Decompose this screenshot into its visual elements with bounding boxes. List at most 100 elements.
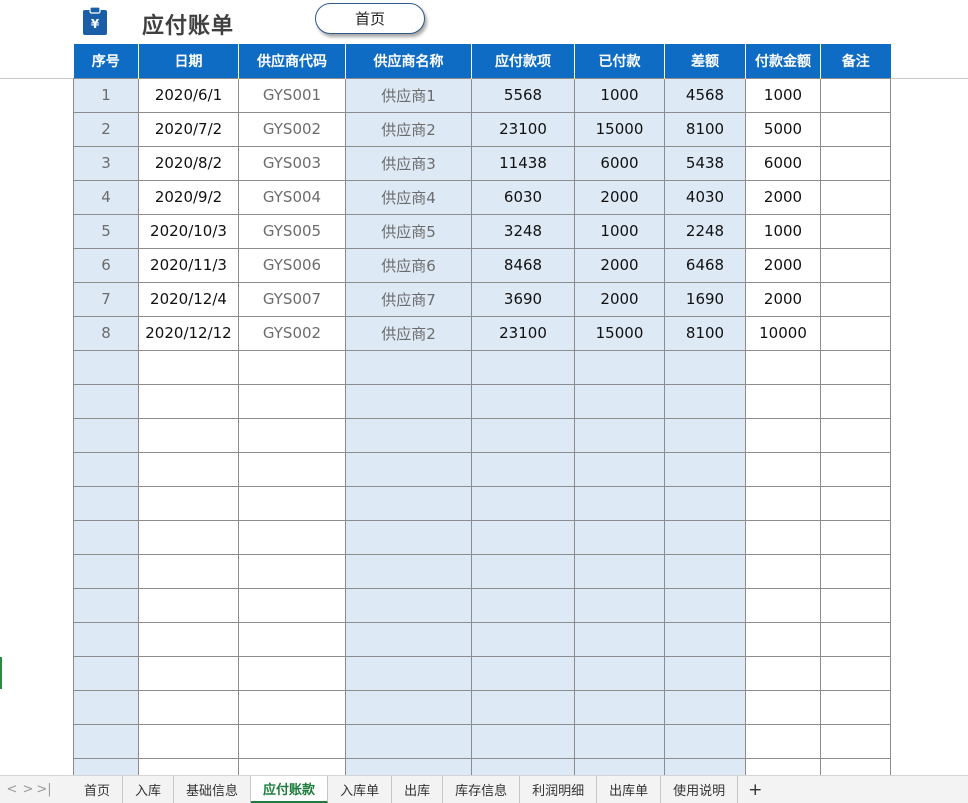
table-cell[interactable]: 6000 xyxy=(745,145,821,181)
table-cell[interactable] xyxy=(745,417,821,453)
table-cell[interactable] xyxy=(345,553,472,589)
sheet-tab[interactable]: 使用说明 xyxy=(661,776,739,803)
table-cell[interactable] xyxy=(574,451,665,487)
table-cell[interactable]: GYS003 xyxy=(238,145,346,181)
table-cell[interactable] xyxy=(664,383,746,419)
table-cell[interactable] xyxy=(238,383,346,419)
table-cell[interactable]: 8468 xyxy=(471,247,575,283)
table-cell[interactable] xyxy=(820,77,891,113)
sheet-tab[interactable]: 出库单 xyxy=(597,776,662,803)
table-cell[interactable] xyxy=(820,723,891,759)
table-cell[interactable] xyxy=(138,451,239,487)
sheet-tab[interactable]: 出库 xyxy=(392,776,444,803)
table-cell[interactable] xyxy=(820,213,891,249)
table-cell[interactable]: 供应商5 xyxy=(345,213,472,249)
table-cell[interactable] xyxy=(138,383,239,419)
table-cell[interactable]: 2000 xyxy=(574,247,665,283)
table-cell[interactable] xyxy=(574,655,665,691)
table-cell[interactable]: 2000 xyxy=(745,247,821,283)
table-cell[interactable]: 供应商1 xyxy=(345,77,472,113)
table-cell[interactable] xyxy=(345,689,472,725)
table-cell[interactable]: 2000 xyxy=(574,179,665,215)
table-cell[interactable] xyxy=(471,621,575,657)
table-cell[interactable]: 1 xyxy=(73,77,139,113)
table-cell[interactable] xyxy=(238,417,346,453)
table-cell[interactable] xyxy=(345,621,472,657)
table-cell[interactable]: 8100 xyxy=(664,315,746,351)
table-cell[interactable] xyxy=(574,349,665,385)
table-cell[interactable]: 2020/8/2 xyxy=(138,145,239,181)
table-cell[interactable] xyxy=(73,553,139,589)
table-cell[interactable] xyxy=(345,655,472,691)
table-cell[interactable] xyxy=(345,451,472,487)
table-cell[interactable] xyxy=(664,553,746,589)
add-sheet-button[interactable]: + xyxy=(738,780,772,800)
table-cell[interactable] xyxy=(664,485,746,521)
column-header[interactable]: 差额 xyxy=(664,44,746,78)
table-cell[interactable] xyxy=(73,485,139,521)
table-cell[interactable]: 1000 xyxy=(745,77,821,113)
last-sheet-icon[interactable]: >| xyxy=(36,782,52,797)
table-cell[interactable] xyxy=(138,349,239,385)
table-cell[interactable] xyxy=(820,689,891,725)
table-cell[interactable] xyxy=(138,689,239,725)
table-cell[interactable] xyxy=(73,621,139,657)
table-cell[interactable]: GYS002 xyxy=(238,111,346,147)
table-cell[interactable]: 2020/12/4 xyxy=(138,281,239,317)
table-cell[interactable] xyxy=(820,485,891,521)
column-header[interactable]: 应付款项 xyxy=(471,44,575,78)
table-cell[interactable]: 5438 xyxy=(664,145,746,181)
table-cell[interactable] xyxy=(745,689,821,725)
table-cell[interactable] xyxy=(745,383,821,419)
table-cell[interactable] xyxy=(73,689,139,725)
table-cell[interactable] xyxy=(574,689,665,725)
table-cell[interactable] xyxy=(745,451,821,487)
table-cell[interactable] xyxy=(471,723,575,759)
table-cell[interactable] xyxy=(820,349,891,385)
sheet-tab[interactable]: 基础信息 xyxy=(174,776,252,803)
table-cell[interactable] xyxy=(73,655,139,691)
table-cell[interactable] xyxy=(238,689,346,725)
table-cell[interactable]: 3 xyxy=(73,145,139,181)
table-cell[interactable]: 3690 xyxy=(471,281,575,317)
table-cell[interactable] xyxy=(138,519,239,555)
table-cell[interactable]: 15000 xyxy=(574,315,665,351)
table-cell[interactable] xyxy=(664,417,746,453)
table-cell[interactable]: 8100 xyxy=(664,111,746,147)
sheet-tab[interactable]: 首页 xyxy=(72,776,124,803)
table-cell[interactable]: 10000 xyxy=(745,315,821,351)
table-cell[interactable] xyxy=(471,485,575,521)
table-cell[interactable]: 1000 xyxy=(574,213,665,249)
table-cell[interactable] xyxy=(471,451,575,487)
column-header[interactable]: 供应商名称 xyxy=(345,44,472,78)
table-cell[interactable] xyxy=(471,587,575,623)
table-cell[interactable]: GYS006 xyxy=(238,247,346,283)
table-cell[interactable]: 2020/6/1 xyxy=(138,77,239,113)
table-cell[interactable] xyxy=(238,621,346,657)
table-cell[interactable] xyxy=(820,553,891,589)
table-cell[interactable]: 2000 xyxy=(574,281,665,317)
column-header[interactable]: 供应商代码 xyxy=(238,44,346,78)
table-cell[interactable] xyxy=(138,621,239,657)
table-cell[interactable] xyxy=(471,349,575,385)
table-cell[interactable] xyxy=(345,723,472,759)
table-cell[interactable]: 2000 xyxy=(745,179,821,215)
table-cell[interactable] xyxy=(664,519,746,555)
table-cell[interactable]: 2 xyxy=(73,111,139,147)
table-cell[interactable]: 5000 xyxy=(745,111,821,147)
table-cell[interactable] xyxy=(745,553,821,589)
table-cell[interactable] xyxy=(138,553,239,589)
table-cell[interactable]: 1690 xyxy=(664,281,746,317)
sheet-tab[interactable]: 利润明细 xyxy=(520,776,598,803)
table-cell[interactable] xyxy=(345,587,472,623)
table-cell[interactable]: 2020/11/3 xyxy=(138,247,239,283)
table-cell[interactable] xyxy=(238,723,346,759)
table-cell[interactable] xyxy=(138,417,239,453)
table-cell[interactable] xyxy=(745,485,821,521)
table-cell[interactable]: 4 xyxy=(73,179,139,215)
table-cell[interactable]: 供应商7 xyxy=(345,281,472,317)
table-cell[interactable]: 5568 xyxy=(471,77,575,113)
column-header[interactable]: 日期 xyxy=(138,44,239,78)
table-cell[interactable] xyxy=(820,281,891,317)
table-cell[interactable]: 供应商3 xyxy=(345,145,472,181)
